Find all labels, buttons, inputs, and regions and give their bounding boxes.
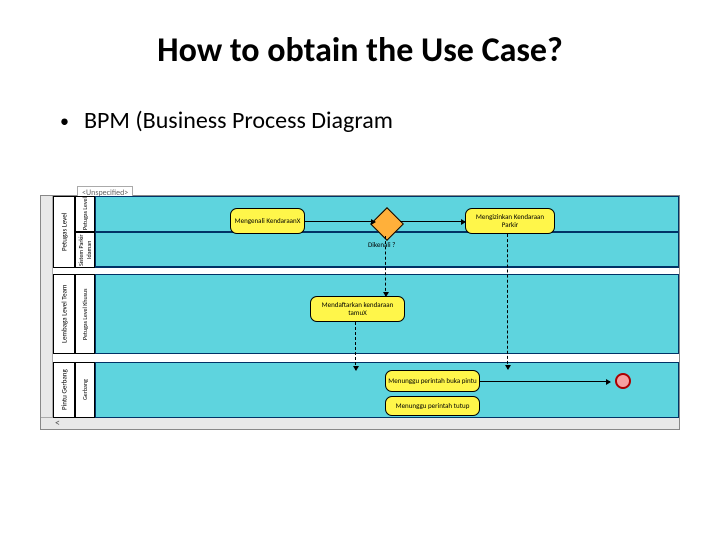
lane-label: Petugas Level bbox=[75, 196, 95, 232]
bpmn-diagram: <Unspecified> Petugas Level Lembaga Leve… bbox=[40, 195, 680, 430]
task-box[interactable]: Mengenali KendaraanX bbox=[230, 208, 305, 234]
flow-arrow bbox=[480, 381, 610, 382]
task-box[interactable]: Mengizinkan Kendaraan Parkir bbox=[465, 208, 555, 234]
lane-label: Sistem Parkir Idaman bbox=[75, 232, 95, 268]
pool-label: Lembaga Level Team bbox=[53, 274, 75, 354]
message-flow bbox=[385, 236, 386, 296]
end-event[interactable] bbox=[615, 373, 631, 389]
flow-arrow bbox=[305, 221, 375, 222]
message-flow bbox=[507, 234, 508, 369]
lane-label: Petugas Level Khusus bbox=[75, 274, 95, 354]
lane-labels: Petugas Level Sistem Parkir Idaman Petug… bbox=[75, 196, 95, 417]
lane-label: Gerbang bbox=[75, 362, 95, 418]
pool-label: Pintu Gerbang bbox=[53, 362, 75, 418]
task-box[interactable]: Mendaftarkan kendaraan tamuX bbox=[310, 296, 405, 322]
gateway-label: Dikenali ? bbox=[368, 240, 395, 249]
scrollbar-horizontal[interactable] bbox=[41, 417, 679, 429]
task-box[interactable]: Menunggu perintah buka pintu bbox=[385, 370, 480, 392]
task-box[interactable]: Menunggu perintah tutup bbox=[385, 396, 480, 416]
slide-title: How to obtain the Use Case? bbox=[60, 30, 660, 71]
pool-gap bbox=[95, 354, 679, 362]
scrollbar-vertical[interactable] bbox=[41, 196, 53, 417]
bullet-text: BPM (Business Process Diagram bbox=[84, 106, 393, 135]
message-flow bbox=[355, 322, 356, 370]
swim-area: Mengenali KendaraanX Dikenali ? Mengizin… bbox=[95, 196, 679, 417]
flow-arrow bbox=[400, 221, 465, 222]
bullet-item: BPM (Business Process Diagram bbox=[60, 106, 660, 135]
pool-labels: Petugas Level Lembaga Level Team Pintu G… bbox=[53, 196, 75, 417]
pool-label: Petugas Level bbox=[53, 196, 75, 268]
